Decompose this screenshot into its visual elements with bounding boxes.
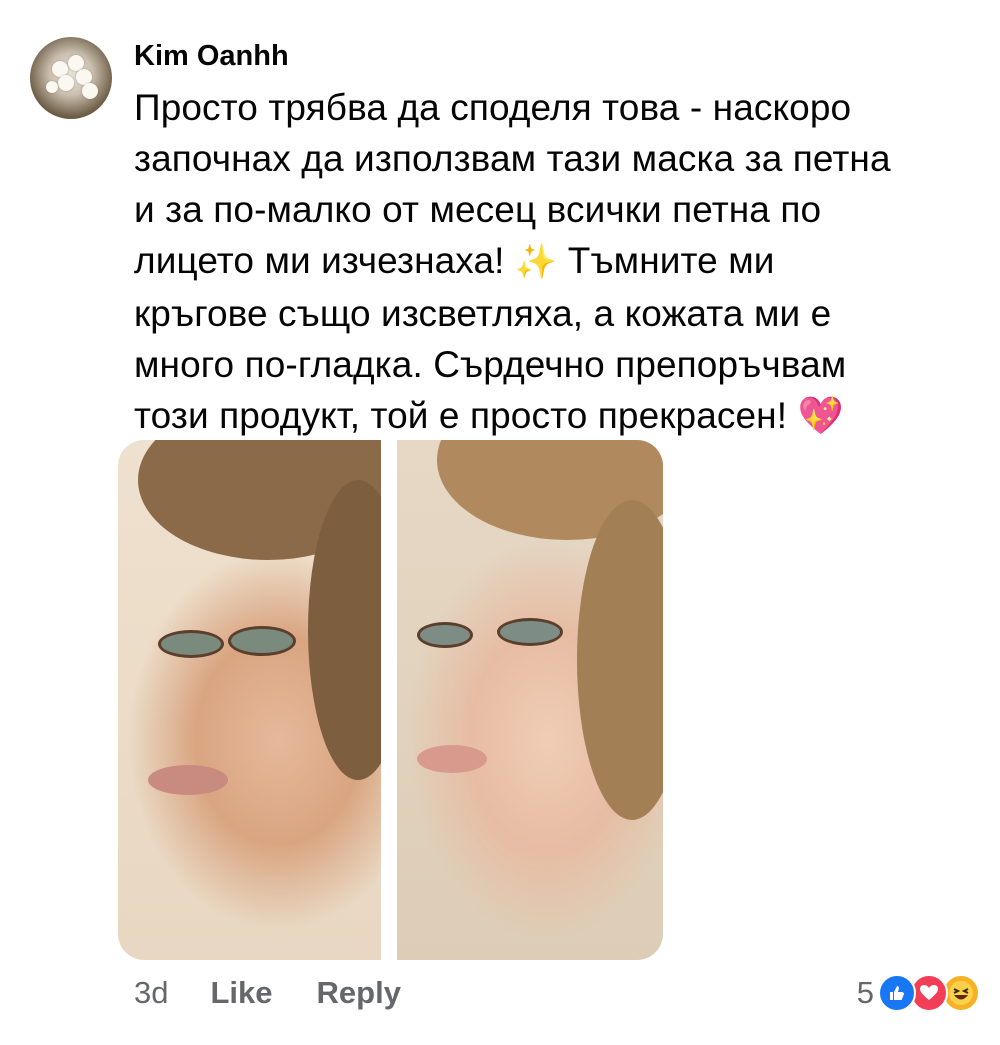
timestamp[interactable]: 3d (134, 975, 168, 1011)
sparkling-heart-icon: 💖 (797, 395, 844, 436)
thumbs-up-icon (878, 974, 916, 1012)
photo-divider (381, 440, 397, 960)
hair-shape (577, 500, 663, 820)
comment-line: Просто трябва да споделя това - наскоро (134, 87, 852, 128)
comment-line: много по-гладка. Сърдечно препоръчвам (134, 344, 847, 385)
avatar[interactable] (30, 37, 112, 119)
lips-shape (417, 745, 487, 773)
like-button[interactable]: Like (210, 975, 272, 1011)
comment-line-with-emoji: този продукт, той е просто прекрасен! 💖 (134, 390, 984, 441)
comment: Kim Oanhh Просто трябва да споделя това … (0, 0, 1000, 1045)
before-photo-panel (118, 440, 408, 960)
comment-text: Просто трябва да споделя това - наскоро … (134, 82, 984, 441)
comment-line-with-emoji: лицето ми изчезнаха! ✨ Тъмните ми (134, 235, 984, 288)
eye-shape (228, 626, 296, 656)
eye-shape (158, 630, 224, 658)
comment-actions: 3d Like Reply (134, 968, 445, 1018)
comment-photo[interactable] (118, 440, 663, 960)
flower-shape (46, 81, 58, 93)
comment-line: Тъмните ми (567, 240, 775, 281)
after-photo-panel (397, 440, 663, 960)
flower-shape (58, 75, 74, 91)
author-name[interactable]: Kim Oanhh (134, 36, 289, 76)
eye-shape (417, 622, 473, 648)
reaction-count: 5 (856, 975, 874, 1010)
lips-shape (148, 765, 228, 795)
sparkles-icon: ✨ (514, 243, 558, 281)
comment-line: този продукт, той е просто прекрасен! (134, 395, 788, 436)
comment-line: кръгове също изсветляха, а кожата ми е (134, 293, 832, 334)
reply-button[interactable]: Reply (317, 975, 401, 1011)
comment-line: и за по-малко от месец всички петна по (134, 189, 822, 230)
reactions-summary[interactable]: 5 (857, 968, 980, 1018)
eye-shape (497, 618, 563, 646)
comment-line: започнах да използвам тази маска за петн… (134, 138, 891, 179)
flower-shape (82, 83, 98, 99)
comment-line: лицето ми изчезнаха! (134, 240, 505, 281)
